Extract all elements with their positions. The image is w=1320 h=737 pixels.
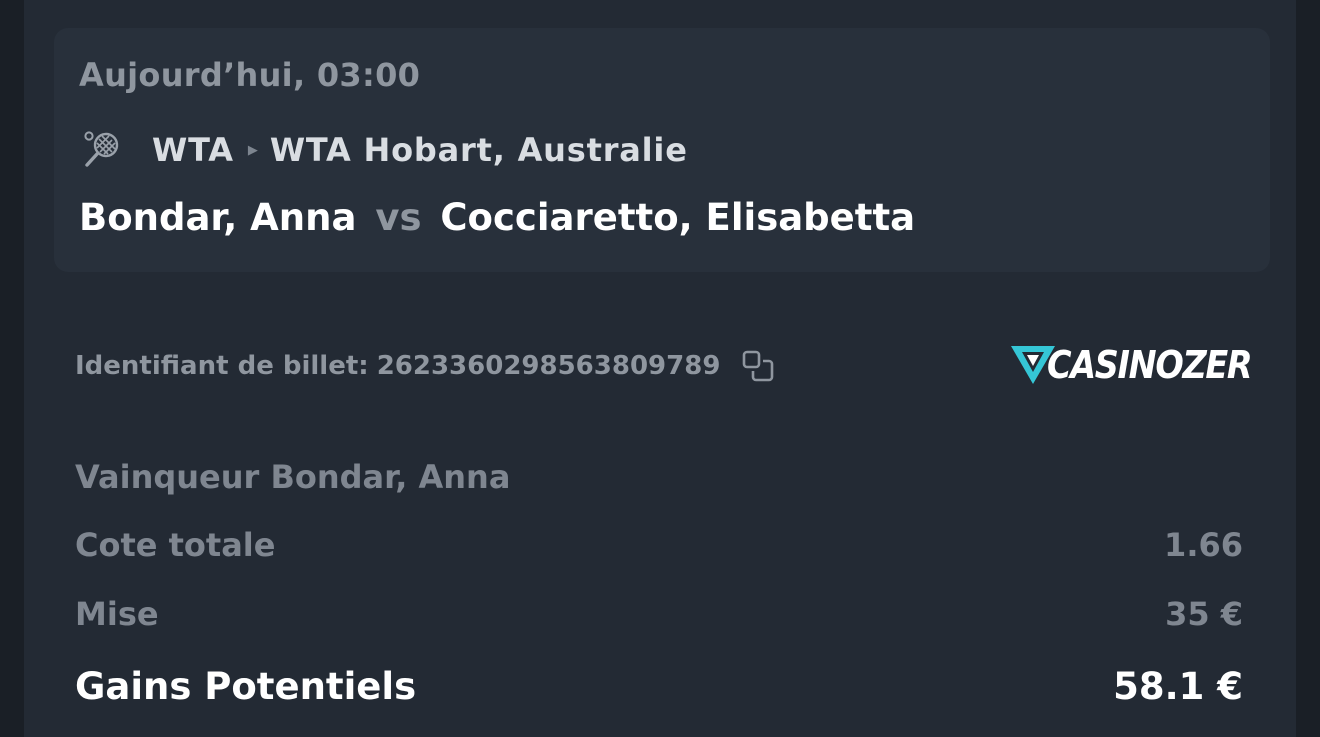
league-breadcrumb: WTA ▶ WTA Hobart, Australie bbox=[82, 128, 688, 172]
event-datetime: Aujourd’hui, 03:00 bbox=[79, 56, 421, 94]
stake-row: Mise 35 € bbox=[75, 595, 1243, 633]
total-odds-row: Cote totale 1.66 bbox=[75, 526, 1243, 564]
potential-gains-label: Gains Potentiels bbox=[75, 665, 417, 708]
potential-gains-row: Gains Potentiels 58.1 € bbox=[75, 665, 1243, 708]
selection-label: Vainqueur Bondar, Anna bbox=[75, 458, 511, 496]
potential-gains-value: 58.1 € bbox=[1113, 665, 1243, 708]
total-odds-value: 1.66 bbox=[1164, 526, 1243, 564]
total-odds-label: Cote totale bbox=[75, 526, 276, 564]
player-2-name: Cocciaretto, Elisabetta bbox=[440, 196, 916, 239]
tennis-racket-icon bbox=[84, 131, 119, 167]
copy-icon[interactable] bbox=[740, 348, 776, 384]
selection-row: Vainqueur Bondar, Anna bbox=[75, 458, 1243, 496]
breadcrumb-chevron-icon: ▶ bbox=[247, 142, 258, 158]
versus-label: vs bbox=[375, 196, 422, 239]
stake-value: 35 € bbox=[1165, 595, 1243, 633]
brand-name: CASINOZER bbox=[1047, 343, 1253, 387]
stake-label: Mise bbox=[75, 595, 159, 633]
tournament-name[interactable]: WTA Hobart, Australie bbox=[270, 131, 688, 169]
league-name[interactable]: WTA bbox=[152, 131, 234, 169]
event-card[interactable]: Aujourd’hui, 03:00 WTA ▶ WTA Hobart, Aus… bbox=[54, 28, 1270, 272]
player-1-name: Bondar, Anna bbox=[79, 196, 357, 239]
ticket-id-value: 2623360298563809789 bbox=[376, 351, 721, 381]
brand-logo: CASINOZER bbox=[1009, 340, 1279, 390]
ticket-id-label: Identifiant de billet: bbox=[75, 351, 369, 381]
match-title: Bondar, Anna vs Cocciaretto, Elisabetta bbox=[79, 196, 915, 239]
bet-ticket-panel: Aujourd’hui, 03:00 WTA ▶ WTA Hobart, Aus… bbox=[24, 0, 1296, 737]
ticket-id-row: Identifiant de billet: 26233602985638097… bbox=[75, 346, 776, 386]
